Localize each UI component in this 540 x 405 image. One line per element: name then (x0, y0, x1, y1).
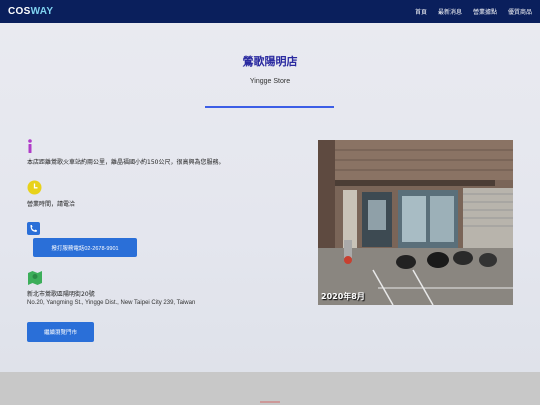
nav-item-news[interactable]: 最新消息 (438, 7, 462, 16)
logo-main: COS (8, 6, 31, 17)
page-title: 鶯歌陽明店 (242, 55, 298, 68)
top-navbar: COSWAY 首頁 最新消息 營業據點 優質商品 (0, 0, 540, 23)
clock-icon (27, 180, 44, 195)
nav-item-products[interactable]: 優質商品 (508, 7, 532, 16)
photo-caption: 2020年8月 (321, 292, 365, 301)
nav-links: 首頁 最新消息 營業據點 優質商品 (415, 7, 532, 16)
call-service-button[interactable]: 撥打服務電話02-2678-9901 (33, 238, 137, 257)
map-icon (27, 270, 44, 285)
nav-item-stores[interactable]: 營業據點 (473, 7, 497, 16)
brand-logo[interactable]: COSWAY (8, 6, 53, 17)
footer (0, 372, 540, 405)
store-photo: 2020年8月 (318, 140, 513, 305)
logo-accent: WAY (30, 6, 54, 17)
location-description: 本店距離鶯歌火車站約兩公里，離晶福國小約150公尺，很高興為您服務。 (27, 159, 225, 166)
phone-icon (27, 222, 44, 237)
page-subtitle: Yingge Store (249, 78, 291, 85)
address-chinese: 新北市鶯歌區陽明街20號 (27, 291, 95, 298)
continue-browsing-button[interactable]: 繼續瀏覽門市 (27, 322, 94, 342)
footer-divider (260, 401, 280, 403)
title-underline (205, 106, 334, 108)
business-hours: 營業時間，請電洽 (27, 201, 76, 208)
info-icon (27, 139, 44, 154)
nav-item-home[interactable]: 首頁 (415, 7, 427, 16)
address-english: No.20, Yangming St., Yingge Dist., New T… (27, 300, 196, 306)
